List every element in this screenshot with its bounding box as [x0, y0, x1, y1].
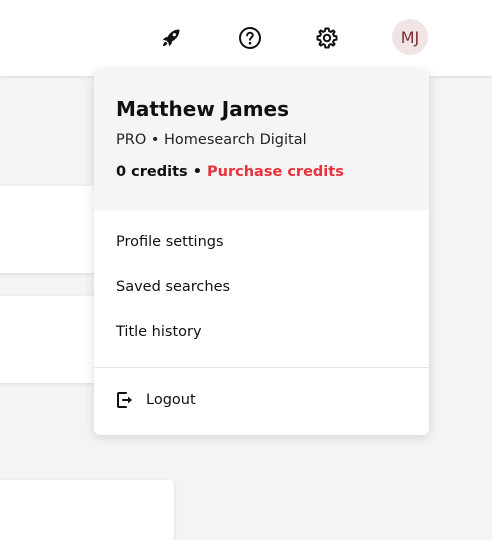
credits-separator: • [187, 164, 208, 180]
logout-icon [116, 390, 134, 410]
help-icon [238, 26, 262, 50]
gear-icon [315, 26, 339, 50]
account-summary: Matthew James PRO • Homesearch Digital 0… [94, 70, 429, 210]
menu-item-profile-settings[interactable]: Profile settings [116, 233, 224, 251]
avatar-initials: MJ [400, 27, 420, 47]
menu-item-saved-searches[interactable]: Saved searches [116, 278, 230, 296]
credits-line: 0 credits • Purchase credits [116, 163, 407, 181]
avatar[interactable]: MJ [392, 19, 428, 55]
logout-label: Logout [146, 392, 196, 408]
help-button[interactable] [236, 24, 264, 52]
rocket-icon [159, 26, 183, 50]
rocket-button[interactable] [157, 24, 185, 52]
logout-button[interactable]: Logout [116, 388, 196, 412]
background-card [0, 480, 174, 540]
plan-info: PRO • Homesearch Digital [116, 132, 307, 148]
menu-item-title-history[interactable]: Title history [116, 323, 202, 341]
top-bar: MJ [0, 0, 492, 76]
credits-count: 0 credits [116, 164, 188, 180]
user-name: Matthew James [116, 97, 290, 121]
purchase-credits-link[interactable]: Purchase credits [207, 164, 344, 180]
settings-button[interactable] [313, 24, 341, 52]
account-dropdown: Matthew James PRO • Homesearch Digital 0… [94, 70, 429, 435]
menu-divider [94, 367, 429, 368]
